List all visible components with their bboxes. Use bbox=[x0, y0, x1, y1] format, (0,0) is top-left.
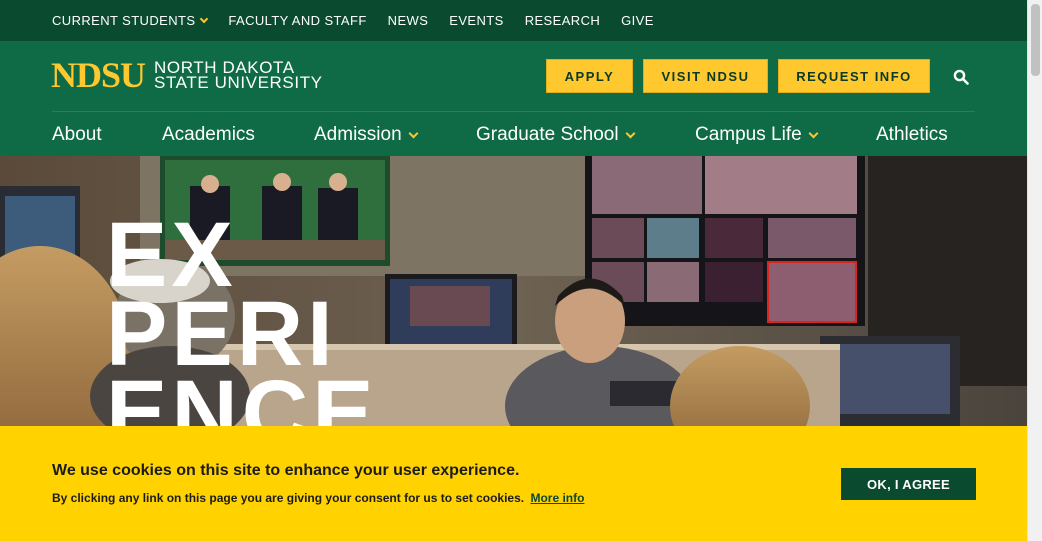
utility-item-label: CURRENT STUDENTS bbox=[52, 13, 196, 28]
logo-line-2: STATE UNIVERSITY bbox=[154, 73, 323, 92]
utility-item-events[interactable]: EVENTS bbox=[449, 13, 503, 28]
more-info-link[interactable]: More info bbox=[530, 491, 584, 505]
page: CURRENT STUDENTS FACULTY AND STAFF NEWS … bbox=[0, 0, 1027, 541]
cookie-message-text: By clicking any link on this page you ar… bbox=[52, 491, 525, 505]
search-icon[interactable] bbox=[953, 69, 969, 85]
chevron-down-icon bbox=[408, 128, 419, 139]
nav-item-label: Admission bbox=[314, 124, 402, 145]
header-divider bbox=[52, 111, 975, 112]
ndsu-logo[interactable]: NDSU NORTH DAKOTA STATE UNIVERSITY bbox=[51, 57, 323, 93]
chevron-down-icon bbox=[200, 14, 209, 24]
utility-nav: CURRENT STUDENTS FACULTY AND STAFF NEWS … bbox=[52, 0, 675, 41]
utility-bar: CURRENT STUDENTS FACULTY AND STAFF NEWS … bbox=[0, 0, 1027, 41]
hero-word-line-3: ENCE bbox=[106, 362, 378, 426]
hero-banner: EX PERI ENCE bbox=[0, 156, 1027, 426]
nav-item-label: Academics bbox=[162, 124, 255, 145]
vertical-scrollbar[interactable] bbox=[1027, 0, 1042, 541]
utility-item-current-students[interactable]: CURRENT STUDENTS bbox=[52, 13, 209, 28]
nav-item-label: Campus Life bbox=[695, 124, 802, 145]
nav-item-admission[interactable]: Admission bbox=[314, 124, 419, 146]
scrollbar-thumb[interactable] bbox=[1031, 4, 1040, 76]
nav-item-campus-life[interactable]: Campus Life bbox=[695, 124, 819, 146]
utility-item-give[interactable]: GIVE bbox=[621, 13, 654, 28]
ok-i-agree-button[interactable]: OK, I AGREE bbox=[841, 468, 976, 500]
utility-item-label: NEWS bbox=[387, 13, 429, 28]
chevron-down-icon bbox=[625, 128, 636, 139]
chevron-down-icon bbox=[808, 128, 819, 139]
nav-item-athletics[interactable]: Athletics bbox=[876, 124, 948, 146]
utility-item-news[interactable]: NEWS bbox=[388, 13, 429, 28]
main-header: NDSU NORTH DAKOTA STATE UNIVERSITY APPLY… bbox=[0, 41, 1027, 156]
utility-item-research[interactable]: RESEARCH bbox=[525, 13, 600, 28]
nav-item-label: About bbox=[52, 124, 102, 145]
utility-item-label: EVENTS bbox=[449, 13, 504, 28]
logo-wordmark: NORTH DAKOTA STATE UNIVERSITY bbox=[154, 59, 323, 92]
cookie-message: By clicking any link on this page you ar… bbox=[52, 491, 584, 505]
nav-item-graduate-school[interactable]: Graduate School bbox=[476, 124, 636, 146]
nav-item-academics[interactable]: Academics bbox=[162, 124, 255, 146]
utility-item-faculty-staff[interactable]: FACULTY AND STAFF bbox=[228, 13, 366, 28]
utility-item-label: GIVE bbox=[621, 13, 654, 28]
nav-item-about[interactable]: About bbox=[52, 124, 102, 146]
nav-item-label: Athletics bbox=[876, 124, 948, 145]
utility-item-label: RESEARCH bbox=[524, 13, 601, 28]
apply-button[interactable]: APPLY bbox=[546, 59, 633, 93]
visit-ndsu-button[interactable]: VISIT NDSU bbox=[643, 59, 768, 93]
cookie-title: We use cookies on this site to enhance y… bbox=[52, 462, 520, 479]
request-info-button[interactable]: REQUEST INFO bbox=[778, 59, 930, 93]
nav-item-label: Graduate School bbox=[476, 124, 619, 145]
cookie-banner: We use cookies on this site to enhance y… bbox=[0, 426, 1027, 541]
logo-mark: NDSU bbox=[51, 55, 146, 95]
utility-item-label: FACULTY AND STAFF bbox=[228, 13, 367, 28]
